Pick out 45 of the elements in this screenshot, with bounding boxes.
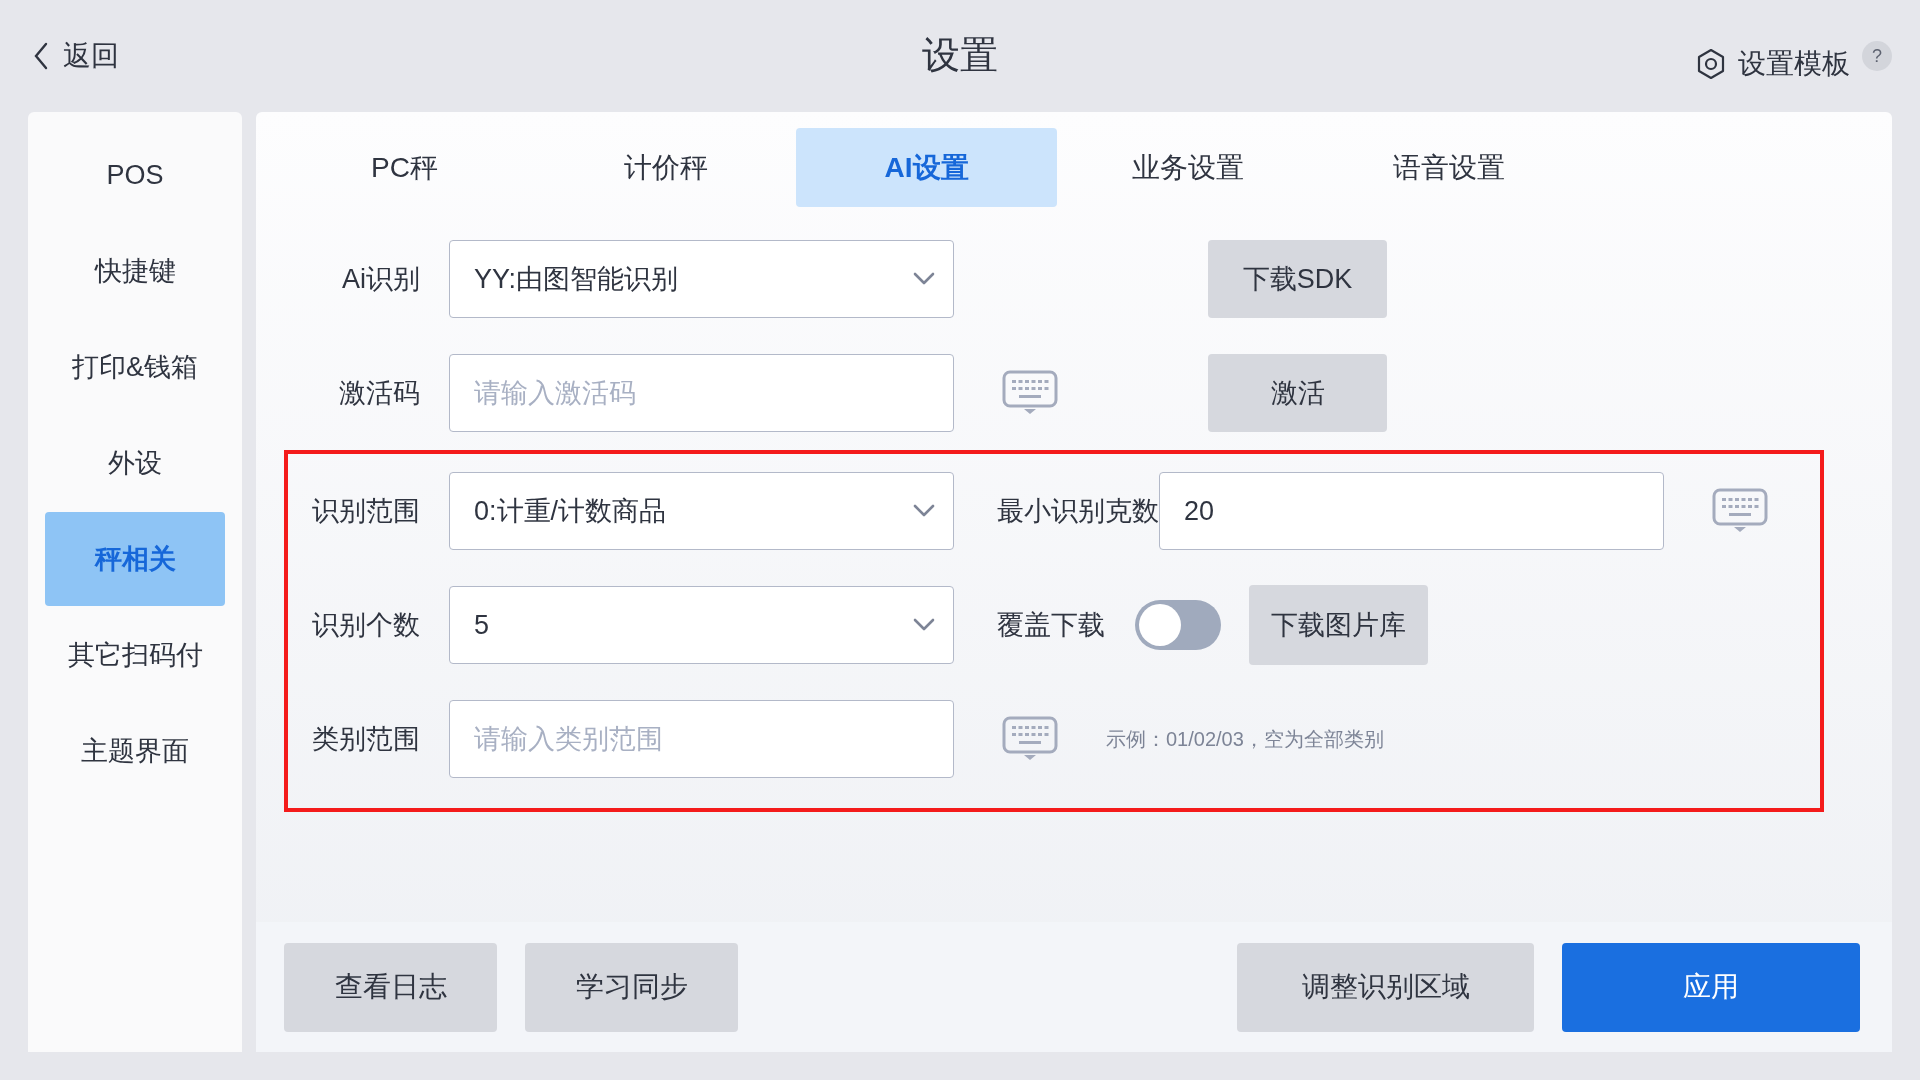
hint-text: 示例：01/02/03，空为全部类别 bbox=[1106, 726, 1384, 752]
footer-button[interactable]: 学习同步 bbox=[525, 942, 738, 1032]
apply-button[interactable]: 应用 bbox=[1562, 942, 1860, 1032]
input-field[interactable]: 请输入类别范围 bbox=[449, 700, 954, 778]
sidebar-item[interactable]: 其它扫码付 bbox=[45, 608, 225, 702]
sidebar-item[interactable]: 主题界面 bbox=[45, 704, 225, 798]
footer-button[interactable]: 调整识别区域 bbox=[1237, 942, 1534, 1032]
download-gallery-button[interactable]: 下载图片库 bbox=[1249, 585, 1428, 665]
chevron-left-icon bbox=[33, 42, 49, 70]
keyboard-icon[interactable] bbox=[1712, 488, 1768, 534]
field-label: 识别范围 bbox=[311, 495, 420, 528]
tab[interactable]: 语音设置 bbox=[1318, 128, 1579, 207]
dropdown[interactable]: 0:计重/计数商品 bbox=[449, 472, 954, 550]
activate-button[interactable]: 激活 bbox=[1208, 354, 1387, 432]
sidebar-item[interactable]: 快捷键 bbox=[45, 224, 225, 318]
sidebar-item[interactable]: 打印&钱箱 bbox=[45, 320, 225, 414]
tab[interactable]: 业务设置 bbox=[1057, 128, 1318, 207]
chevron-down-icon bbox=[913, 272, 935, 286]
footer-button[interactable]: 查看日志 bbox=[284, 942, 497, 1032]
field-label: 覆盖下载 bbox=[997, 609, 1105, 642]
keyboard-icon[interactable] bbox=[1002, 370, 1058, 416]
chevron-down-icon bbox=[913, 618, 935, 632]
page-title: 设置 bbox=[922, 34, 998, 76]
settings-icon bbox=[1696, 48, 1726, 80]
field-label: 激活码 bbox=[338, 377, 420, 410]
dropdown[interactable]: YY:由图智能识别 bbox=[449, 240, 954, 318]
field-label: 类别范围 bbox=[311, 723, 420, 756]
keyboard-icon[interactable] bbox=[1002, 716, 1058, 762]
input-field[interactable]: 请输入激活码 bbox=[449, 354, 954, 432]
tab[interactable]: PC秤 bbox=[274, 128, 535, 207]
toggle-switch[interactable] bbox=[1135, 600, 1221, 650]
sidebar-item[interactable]: POS bbox=[45, 128, 225, 222]
tab[interactable]: AI设置 bbox=[796, 128, 1057, 207]
tab[interactable]: 计价秤 bbox=[535, 128, 796, 207]
sidebar-item[interactable]: 外设 bbox=[45, 416, 225, 510]
field-label: 识别个数 bbox=[311, 609, 420, 642]
field-label: 最小识别克数 bbox=[997, 495, 1159, 528]
download-sdk-button[interactable]: 下载SDK bbox=[1208, 240, 1387, 318]
help-icon[interactable]: ? bbox=[1862, 41, 1892, 71]
back-button[interactable]: 返回 bbox=[33, 37, 119, 75]
input-field[interactable]: 20 bbox=[1159, 472, 1664, 550]
dropdown[interactable]: 5 bbox=[449, 586, 954, 664]
field-label: Ai识别 bbox=[341, 263, 420, 296]
chevron-down-icon bbox=[913, 504, 935, 518]
settings-template-button[interactable]: 设置模板 bbox=[1696, 45, 1850, 83]
